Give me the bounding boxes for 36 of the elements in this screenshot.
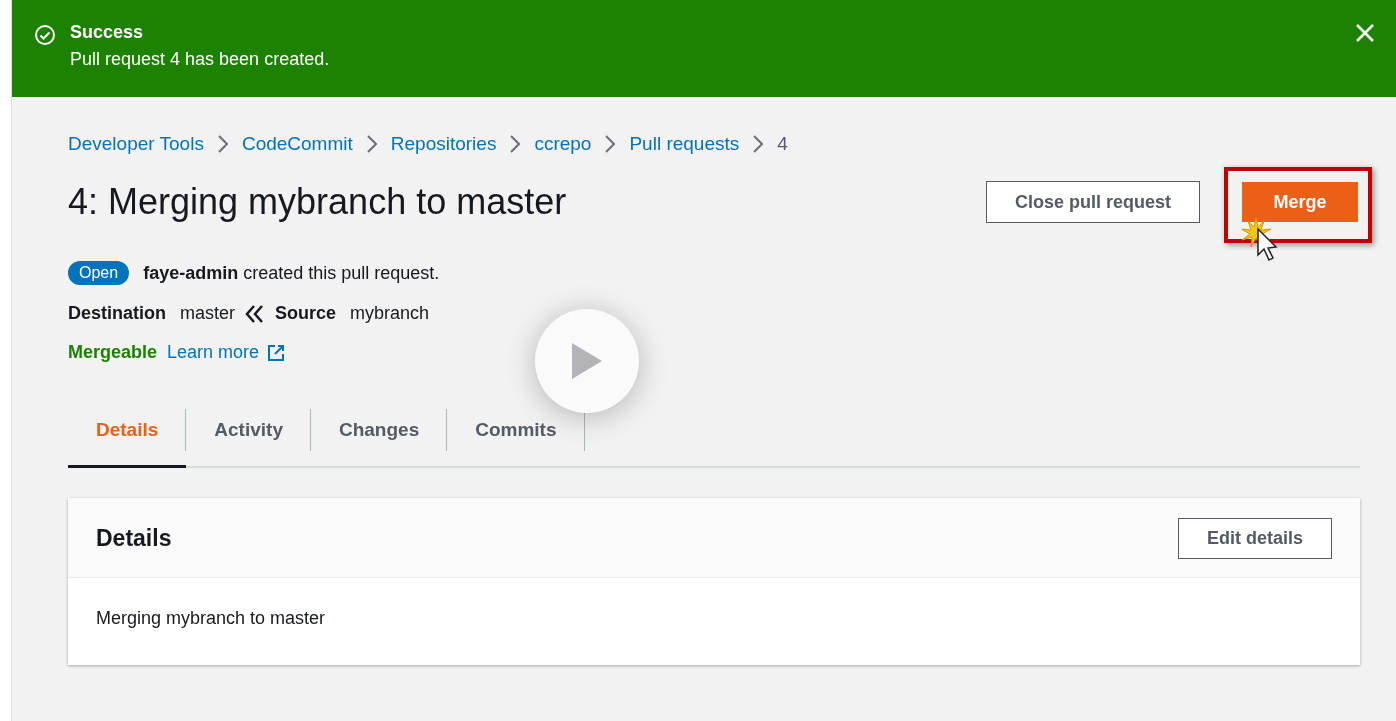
double-chevron-left-icon (245, 304, 266, 323)
breadcrumb-link[interactable]: Pull requests (629, 133, 740, 155)
banner-title: Success (70, 22, 145, 43)
breadcrumb-link[interactable]: CodeCommit (241, 133, 353, 155)
external-link-icon (267, 343, 286, 362)
breadcrumb-link[interactable]: Developer Tools (68, 133, 204, 155)
learn-more-link[interactable]: Learn more (167, 342, 260, 363)
banner-message: Pull request 4 has been created. (70, 49, 331, 70)
card-title: Details (96, 525, 172, 552)
page-title: 4: Merging mybranch to master (68, 181, 567, 223)
author-line: faye-admin created this pull request. (143, 262, 440, 284)
chevron-right-icon (510, 135, 521, 153)
status-badge: Open (68, 261, 130, 285)
tab[interactable]: Details (68, 407, 187, 468)
merge-button[interactable]: Merge (1242, 182, 1358, 222)
destination-label: Destination (68, 303, 166, 324)
tab[interactable]: Commits (447, 407, 585, 468)
check-circle-icon (34, 24, 56, 46)
close-pull-request-button[interactable]: Close pull request (985, 181, 1200, 223)
source-branch: mybranch (350, 303, 430, 324)
close-button[interactable] (1354, 22, 1376, 44)
mergeable-status: Mergeable (68, 342, 158, 363)
breadcrumb-current: 4 (777, 133, 788, 155)
description-text: Merging mybranch to master (96, 608, 326, 628)
tab[interactable]: Activity (186, 407, 311, 468)
edit-details-button[interactable]: Edit details (1177, 518, 1332, 559)
chevron-right-icon (753, 135, 764, 153)
source-label: Source (275, 303, 337, 324)
breadcrumb-link[interactable]: ccrepo (534, 133, 592, 155)
destination-branch: master (180, 303, 236, 324)
chevron-right-icon (605, 135, 616, 153)
chevron-right-icon (217, 135, 228, 153)
play-icon (570, 341, 604, 381)
chevron-right-icon (366, 135, 377, 153)
tab[interactable]: Changes (310, 407, 448, 468)
breadcrumb-link[interactable]: Repositories (390, 133, 497, 155)
